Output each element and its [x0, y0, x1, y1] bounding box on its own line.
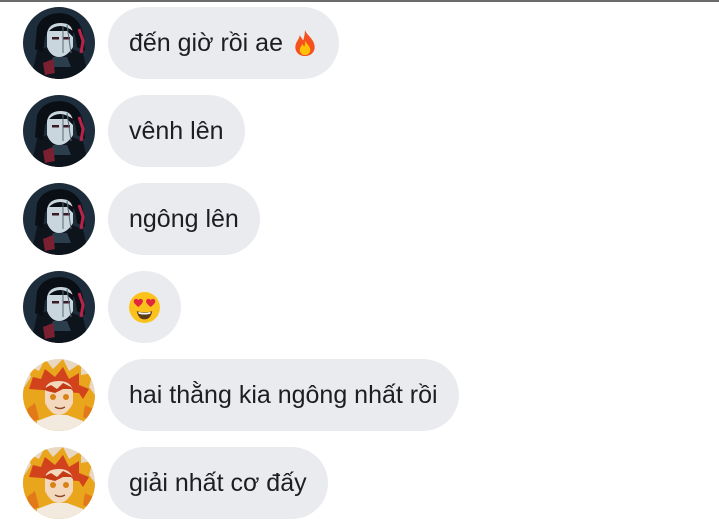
message-bubble[interactable]: hai thằng kia ngông nhất rồi [108, 359, 459, 431]
dark-haired-avatar[interactable] [23, 183, 95, 255]
flame-haired-avatar[interactable] [23, 359, 95, 431]
dark-haired-avatar[interactable] [23, 7, 95, 79]
message-bubble[interactable] [108, 271, 181, 343]
message-text: ngông lên [129, 204, 239, 233]
message-row: giải nhất cơ đấy [23, 447, 328, 519]
dark-haired-avatar[interactable] [23, 95, 95, 167]
message-text: đến giờ rồi ae [129, 28, 283, 57]
flame-haired-avatar[interactable] [23, 447, 95, 519]
message-row: đến giờ rồi ae [23, 7, 339, 79]
dark-haired-avatar[interactable] [23, 271, 95, 343]
fire-emoji-icon [292, 29, 318, 57]
message-text: hai thằng kia ngông nhất rồi [129, 380, 438, 409]
message-bubble[interactable]: vênh lên [108, 95, 245, 167]
message-text: vênh lên [129, 116, 224, 145]
message-row: vênh lên [23, 95, 245, 167]
message-bubble[interactable]: đến giờ rồi ae [108, 7, 339, 79]
message-bubble[interactable]: giải nhất cơ đấy [108, 447, 328, 519]
message-text: giải nhất cơ đấy [129, 468, 307, 497]
message-row: ngông lên [23, 183, 260, 255]
message-row [23, 271, 181, 343]
message-bubble[interactable]: ngông lên [108, 183, 260, 255]
message-row: hai thằng kia ngông nhất rồi [23, 359, 459, 431]
heart-eyes-emoji-icon [128, 291, 161, 324]
top-divider [0, 0, 719, 2]
